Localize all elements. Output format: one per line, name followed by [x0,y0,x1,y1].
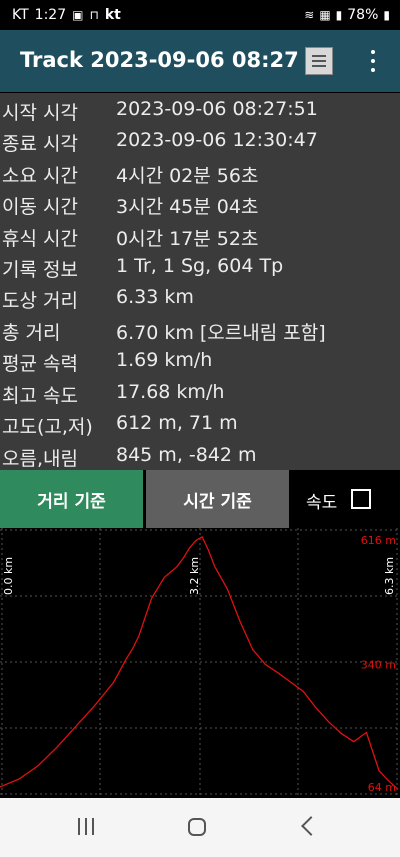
speed-label: 속도 [306,493,338,513]
info-value: 6.33 km [116,286,194,308]
info-value: 1.69 km/h [116,349,213,371]
info-label: 도상 거리 [2,290,78,312]
info-row: 휴식 시간 0시간 17분 52초 [0,221,400,252]
more-options-button[interactable] [366,48,380,74]
info-value: 6.70 km [오르내림 포함] [116,322,326,344]
info-value: 2023-09-06 08:27:51 [116,98,318,120]
status-left: KT 1:27 ▣ ⊓ kt [12,7,121,23]
battery-level: 78% [347,7,379,23]
recent-apps-icon[interactable] [77,818,95,835]
info-row: 총 거리 6.70 km [오르내림 포함] [0,315,400,346]
info-label: 고도(고,저) [2,416,93,438]
more-vert-icon [371,50,375,54]
info-row: 최고 속도 17.68 km/h [0,378,400,409]
elevation-chart: 616 m 340 m 64 m 0.0 km 3.2 km 6.3 km [0,528,400,798]
info-label: 기록 정보 [2,259,78,281]
info-row: 고도(고,저) 612 m, 71 m [0,409,400,440]
info-value: 1 Tr, 1 Sg, 604 Tp [116,255,284,277]
signal-icon: ▮ [335,8,343,22]
info-value: 4시간 02분 56초 [116,165,259,187]
info-value: 845 m, -842 m [116,444,257,466]
info-value: 3시간 45분 04초 [116,196,259,218]
speed-checkbox[interactable] [351,489,371,509]
info-label: 소요 시간 [2,165,78,187]
info-row: 기록 정보 1 Tr, 1 Sg, 604 Tp [0,252,400,283]
info-label: 이동 시간 [2,196,78,218]
x-tick-label: 6.3 km [383,557,396,595]
info-value: 612 m, 71 m [116,412,238,434]
hd-icon: ⊓ [89,8,99,22]
kt-icon: kt [104,7,121,23]
info-value: 2023-09-06 12:30:47 [116,129,318,151]
list-icon [312,55,326,57]
more-vert-dot [371,68,375,72]
status-right: ≋ ▦ ▮ 78% ▮ [304,7,390,23]
vibrate-icon: ▦ [319,8,331,22]
recent-apps-bar [85,818,87,835]
info-label: 종료 시각 [2,133,78,155]
info-label: 최고 속도 [2,385,78,407]
info-row: 시작 시각 2023-09-06 08:27:51 [0,95,400,126]
info-label: 평균 속력 [2,353,78,375]
recent-apps-bar [78,818,80,835]
info-label: 오름,내림 [2,448,78,470]
info-value: 0시간 17분 52초 [116,228,259,250]
status-bar: KT 1:27 ▣ ⊓ kt ≋ ▦ ▮ 78% ▮ [0,0,400,30]
info-label: 휴식 시간 [2,228,78,250]
info-row: 소요 시간 4시간 02분 56초 [0,158,400,189]
list-icon-line [312,60,326,62]
wifi-icon: ≋ [304,8,315,22]
more-vert-dot [371,59,375,63]
carrier-label: KT [12,7,29,23]
tab-distance[interactable]: 거리 기준 [0,470,143,528]
info-value: 17.68 km/h [116,381,225,403]
x-tick-label: 0.0 km [2,557,15,595]
info-label: 총 거리 [2,322,61,344]
info-row: 도상 거리 6.33 km [0,283,400,314]
list-button[interactable] [305,47,333,75]
info-row: 종료 시각 2023-09-06 12:30:47 [0,126,400,157]
tab-time[interactable]: 시간 기준 [146,470,289,528]
recent-apps-bar [92,818,94,835]
info-label: 시작 시각 [2,102,78,124]
home-icon[interactable] [188,818,206,836]
y-tick-label: 64 m [368,781,396,794]
x-tick-label: 3.2 km [188,557,201,595]
info-row: 평균 속력 1.69 km/h [0,346,400,377]
chart-mode-tabs: 거리 기준 시간 기준 [0,470,400,528]
status-time: 1:27 [34,7,67,23]
y-tick-label: 616 m [361,534,396,547]
image-icon: ▣ [72,8,84,22]
page-title: Track 2023-09-06 08:27 [20,48,299,72]
info-row: 오름,내림 845 m, -842 m [0,441,400,472]
info-row: 이동 시간 3시간 45분 04초 [0,189,400,220]
track-info: 시작 시각 2023-09-06 08:27:51 종료 시각 2023-09-06… [0,93,400,470]
app-bar: Track 2023-09-06 08:27 [0,30,400,92]
y-tick-label: 340 m [361,659,396,672]
battery-icon: ▮ [383,8,390,22]
list-icon-line [312,65,326,67]
